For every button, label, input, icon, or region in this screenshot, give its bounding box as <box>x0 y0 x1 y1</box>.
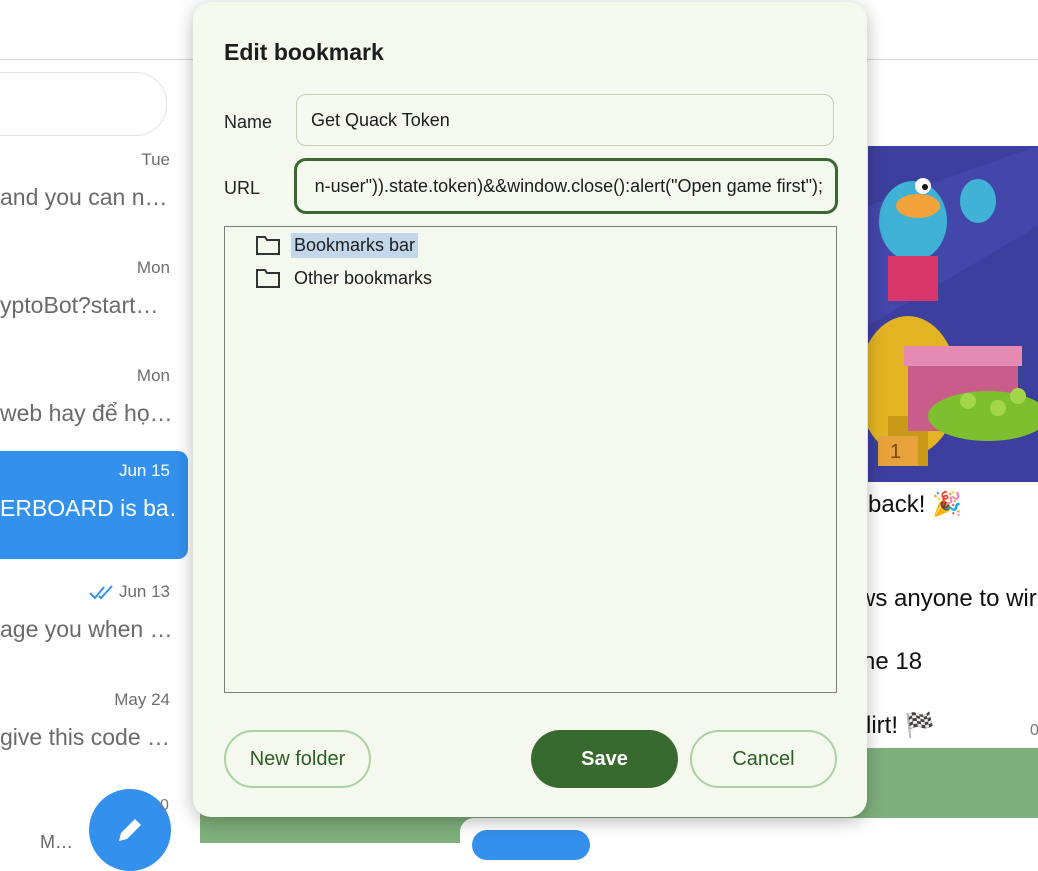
chat-preview: give this code … <box>0 724 171 750</box>
new-folder-button[interactable]: New folder <box>224 730 371 788</box>
chat-date: Mon <box>136 258 170 277</box>
chat-preview: web hay để họ… <box>0 400 173 426</box>
chat-list-item-active[interactable]: Jun 15 ERBOARD is ba… <box>0 451 188 559</box>
chat-list-item[interactable]: Mon yptoBot?start… <box>0 248 188 356</box>
chat-preview: yptoBot?start… <box>0 292 159 318</box>
name-label: Name <box>224 112 273 132</box>
url-input[interactable] <box>294 158 838 214</box>
folder-item-bookmarks-bar[interactable]: Bookmarks bar <box>255 230 419 260</box>
folder-item-other-bookmarks[interactable]: Other bookmarks <box>255 263 435 293</box>
pencil-icon <box>119 819 141 841</box>
composer-pill-button[interactable] <box>472 830 590 860</box>
message-text: ne 18 <box>862 648 923 675</box>
duck-trophy-illustration: 1 <box>868 146 1038 482</box>
folder-icon <box>256 269 280 288</box>
search-input[interactable] <box>0 72 167 136</box>
url-label: URL <box>224 178 261 198</box>
folder-label: Bookmarks bar <box>291 232 419 258</box>
dialog-title: Edit bookmark <box>224 39 384 65</box>
chat-list-item[interactable]: May 24 give this code … <box>0 680 188 788</box>
chat-list: Tue and you can n… Mon yptoBot?start… Mo… <box>0 140 188 843</box>
chat-preview: ERBOARD is ba… <box>0 495 176 521</box>
svg-text:1: 1 <box>890 441 901 463</box>
chat-preview: age you when … <box>0 616 173 642</box>
folder-tree[interactable]: Bookmarks bar Other bookmarks <box>224 226 837 693</box>
cancel-button[interactable]: Cancel <box>690 730 837 788</box>
compose-button[interactable] <box>89 789 171 871</box>
message-meta: 0 <box>1030 722 1038 739</box>
chat-list-item[interactable]: Mon web hay để họ… <box>0 356 188 464</box>
sticker-image: 1 <box>868 146 1038 482</box>
save-button[interactable]: Save <box>531 730 678 788</box>
chat-date: Jun 15 <box>118 461 170 480</box>
chat-date: Mon <box>136 366 170 385</box>
chat-date: May 24 <box>114 690 170 709</box>
edit-bookmark-dialog: Edit bookmark Name URL Bookmarks bar Oth… <box>193 2 867 817</box>
folder-icon <box>256 236 280 255</box>
message-text: ws anyone to wir <box>858 585 1037 612</box>
chat-date: Jun 13 <box>89 582 170 602</box>
double-check-icon <box>89 585 113 600</box>
chat-preview: and you can n… <box>0 184 168 210</box>
message-text: back! 🎉 <box>868 491 962 518</box>
chat-list-item[interactable]: Jun 13 age you when … <box>0 572 188 680</box>
message-text: lirt! 🏁 <box>866 712 935 739</box>
name-input[interactable] <box>296 94 834 146</box>
chat-list-item[interactable]: Tue and you can n… <box>0 140 188 248</box>
fab-badge: 0 <box>160 797 169 814</box>
chat-date: Tue <box>141 150 170 169</box>
folder-label: Other bookmarks <box>294 267 433 288</box>
